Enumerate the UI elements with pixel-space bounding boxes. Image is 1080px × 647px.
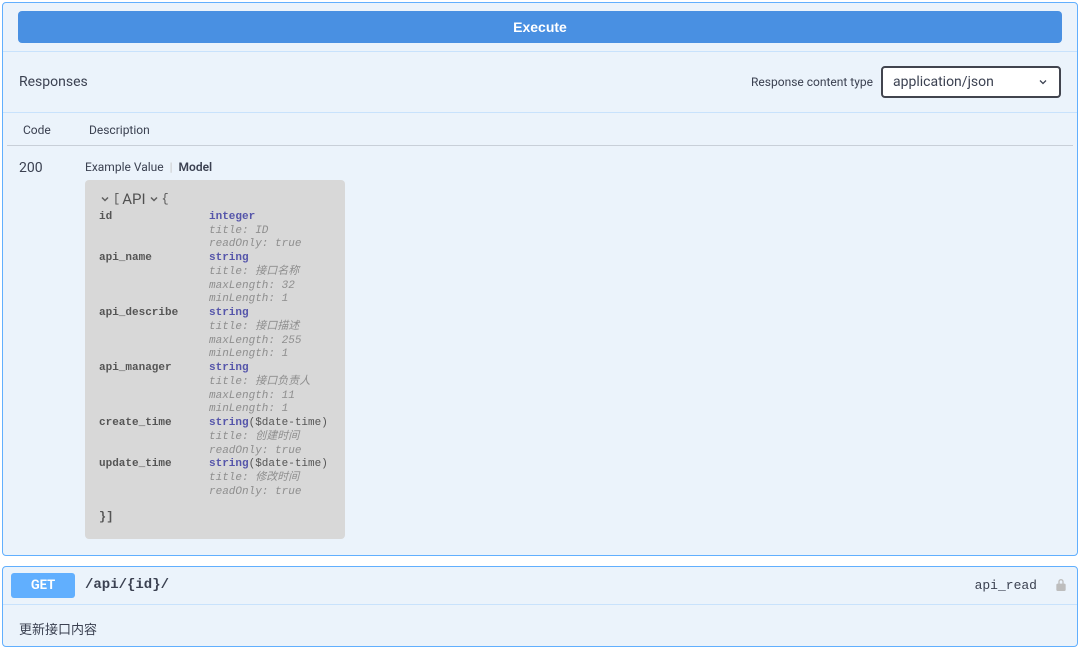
tab-model[interactable]: Model	[179, 160, 213, 174]
tab-example-value[interactable]: Example Value	[85, 160, 164, 174]
response-code: 200	[19, 160, 85, 539]
response-tabs: Example Value | Model	[85, 160, 1061, 174]
operation-path: /api/{id}/	[85, 577, 965, 593]
field-type: integer	[209, 211, 255, 225]
model-field: update_timestring($date-time)	[99, 458, 331, 472]
lock-icon[interactable]	[1053, 577, 1069, 593]
field-meta: minLength: 1	[99, 403, 331, 417]
field-meta: readOnly: true	[99, 238, 331, 252]
field-meta: title: 接口负责人	[99, 376, 331, 390]
chevron-down-icon[interactable]	[99, 193, 111, 205]
field-name: create_time	[99, 417, 209, 431]
model-field: api_managerstring	[99, 362, 331, 376]
model-field: api_describestring	[99, 307, 331, 321]
field-meta: readOnly: true	[99, 486, 331, 500]
column-code: Code	[23, 123, 89, 137]
execute-button[interactable]: Execute	[18, 11, 1062, 43]
field-meta: maxLength: 255	[99, 335, 331, 349]
field-name: id	[99, 211, 209, 225]
field-type: string	[209, 362, 249, 376]
field-type: string($date-time)	[209, 417, 328, 431]
operation-description: 更新接口内容	[3, 605, 1077, 646]
field-name: api_name	[99, 252, 209, 266]
chevron-down-icon[interactable]	[148, 193, 160, 205]
model-close: }]	[99, 510, 331, 525]
field-meta: readOnly: true	[99, 445, 331, 459]
operation-panel-get: GET /api/{id}/ api_read 更新接口内容	[2, 566, 1078, 647]
field-name: api_manager	[99, 362, 209, 376]
field-type: string	[209, 307, 249, 321]
field-meta: title: ID	[99, 225, 331, 239]
field-name: api_describe	[99, 307, 209, 321]
field-meta: minLength: 1	[99, 348, 331, 362]
responses-header: Responses Response content type applicat…	[3, 51, 1077, 113]
responses-table-header: Code Description	[7, 113, 1073, 146]
field-meta: maxLength: 32	[99, 280, 331, 294]
execute-bar: Execute	[3, 3, 1077, 51]
operation-panel: Execute Responses Response content type …	[2, 2, 1078, 556]
column-description: Description	[89, 123, 1057, 137]
field-type: string	[209, 252, 249, 266]
field-meta: title: 接口名称	[99, 266, 331, 280]
field-meta: title: 创建时间	[99, 431, 331, 445]
field-meta: title: 修改时间	[99, 472, 331, 486]
response-row: 200 Example Value | Model [ API {	[3, 146, 1077, 555]
content-type-select[interactable]: application/json	[881, 66, 1061, 98]
field-meta: title: 接口描述	[99, 321, 331, 335]
field-meta: minLength: 1	[99, 293, 331, 307]
method-badge-get: GET	[11, 573, 75, 598]
chevron-down-icon	[1037, 76, 1049, 88]
model-field: create_timestring($date-time)	[99, 417, 331, 431]
model-name: API	[122, 190, 145, 209]
content-type-label: Response content type	[751, 75, 873, 89]
model-field: idinteger	[99, 211, 331, 225]
content-type-value: application/json	[893, 74, 994, 90]
field-type: string($date-time)	[209, 458, 328, 472]
model-field: api_namestring	[99, 252, 331, 266]
operation-header[interactable]: GET /api/{id}/ api_read	[3, 567, 1077, 605]
field-name: update_time	[99, 458, 209, 472]
operation-id: api_read	[975, 578, 1037, 593]
object-open: {	[162, 192, 169, 207]
responses-title: Responses	[19, 74, 88, 90]
array-open: [	[113, 192, 120, 207]
field-meta: maxLength: 11	[99, 390, 331, 404]
model-box: [ API { idintegertitle: IDreadOnly: true…	[85, 180, 345, 539]
